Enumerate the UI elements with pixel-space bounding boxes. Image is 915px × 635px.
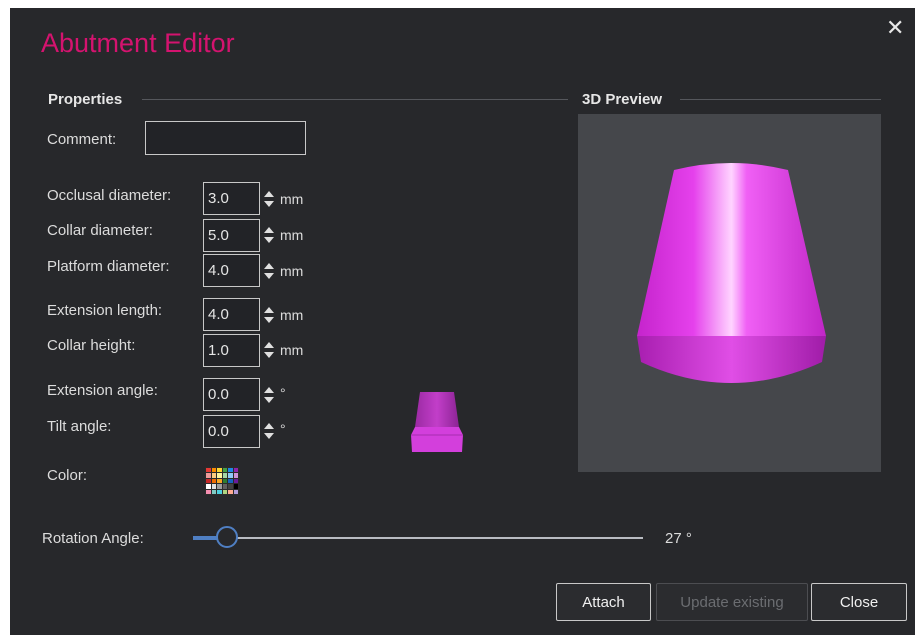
- platform-diameter-unit: mm: [280, 263, 304, 279]
- dialog-title: Abutment Editor: [41, 28, 235, 58]
- collar-height-input[interactable]: [203, 334, 260, 367]
- extension-angle-input[interactable]: [203, 378, 260, 411]
- extension-angle-unit: °: [280, 385, 286, 401]
- rotation-angle-value: 27 °: [665, 530, 692, 547]
- rotation-angle-label: Rotation Angle:: [42, 530, 144, 547]
- properties-divider: [142, 99, 568, 100]
- collar-height-label: Collar height:: [47, 337, 136, 354]
- preview-section-title: 3D Preview: [582, 91, 663, 108]
- preview-divider: [680, 99, 881, 100]
- abutment-thumbnail: [411, 392, 463, 452]
- occlusal-diameter-spin-icon[interactable]: [263, 190, 275, 208]
- extension-length-spin-icon[interactable]: [263, 306, 275, 324]
- attach-button[interactable]: Attach: [556, 583, 651, 621]
- properties-section-title: Properties: [48, 91, 123, 108]
- close-icon[interactable]: ✕: [886, 17, 904, 39]
- rotation-slider-track[interactable]: [193, 537, 643, 539]
- comment-input[interactable]: [145, 121, 306, 155]
- collar-diameter-spin-icon[interactable]: [263, 226, 275, 244]
- abutment-3d-model: [637, 163, 826, 383]
- collar-diameter-label: Collar diameter:: [47, 222, 153, 239]
- update-existing-button[interactable]: Update existing: [656, 583, 808, 621]
- comment-label: Comment:: [47, 131, 117, 148]
- extension-length-label: Extension length:: [47, 302, 163, 319]
- occlusal-diameter-input[interactable]: [203, 182, 260, 215]
- collar-diameter-input[interactable]: [203, 219, 260, 252]
- tilt-angle-input[interactable]: [203, 415, 260, 448]
- occlusal-diameter-label: Occlusal diameter:: [47, 187, 172, 204]
- platform-diameter-input[interactable]: [203, 254, 260, 287]
- extension-angle-label: Extension angle:: [47, 382, 158, 399]
- tilt-angle-unit: °: [280, 421, 286, 437]
- 3d-preview-viewport[interactable]: [578, 114, 881, 472]
- platform-diameter-spin-icon[interactable]: [263, 262, 275, 280]
- collar-diameter-unit: mm: [280, 227, 304, 243]
- platform-diameter-label: Platform diameter:: [47, 258, 170, 275]
- rotation-slider-thumb[interactable]: [215, 526, 238, 548]
- extension-length-input[interactable]: [203, 298, 260, 331]
- tilt-angle-label: Tilt angle:: [47, 418, 112, 435]
- collar-height-spin-icon[interactable]: [263, 341, 275, 359]
- color-palette-icon[interactable]: [205, 467, 239, 495]
- occlusal-diameter-unit: mm: [280, 191, 304, 207]
- extension-length-unit: mm: [280, 307, 304, 323]
- collar-height-unit: mm: [280, 342, 304, 358]
- tilt-angle-spin-icon[interactable]: [263, 422, 275, 440]
- close-button[interactable]: Close: [811, 583, 907, 621]
- color-label: Color:: [47, 467, 88, 484]
- extension-angle-spin-icon[interactable]: [263, 386, 275, 404]
